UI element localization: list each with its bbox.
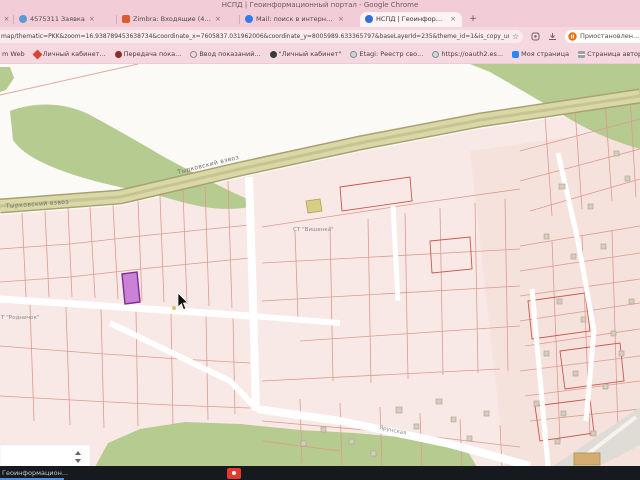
grid-icon — [578, 50, 586, 58]
tab-partial-close[interactable]: × — [0, 12, 13, 27]
taskbar-record-icon[interactable] — [227, 467, 241, 479]
tab-label: Mail: поиск в интернете — [256, 15, 334, 24]
bookmark-item[interactable]: Личный кабинет... — [32, 49, 106, 60]
bookmark-label: Ввод показаний... — [199, 50, 261, 59]
bookmark-label: https://oauth2.es... — [441, 50, 504, 59]
window-titlebar[interactable]: НСПД | Геоинформационный портал - Google… — [0, 0, 640, 10]
globe-icon — [350, 50, 358, 58]
bookmark-label: Передача пока... — [123, 50, 182, 59]
globe-icon — [432, 50, 440, 58]
vk-icon — [512, 50, 520, 58]
drop-icon — [114, 50, 122, 58]
map-viewport: Тырковский взвоз Тырковский взвоз СТ "Ви… — [0, 63, 640, 467]
tan-dot — [172, 305, 176, 310]
bookmark-label: Моя страница — [521, 50, 570, 59]
bookmark-label: Личный кабинет... — [42, 50, 106, 59]
ring-icon — [190, 50, 198, 58]
bookmark-item[interactable]: Моя страница — [512, 50, 569, 58]
browser-toolbar: map/thematic=PKK&zoom=16.938789453638734… — [0, 26, 640, 46]
snt-label-center: СТ "Вишенка" — [293, 227, 334, 233]
tab-mail[interactable]: Mail: поиск в интернете × — [240, 12, 360, 27]
selected-parcel[interactable] — [121, 271, 141, 305]
bookmark-item[interactable]: "Личный кабинет" — [269, 50, 342, 59]
bookmark-item[interactable]: Страница автор... — [578, 50, 640, 58]
tab-label: Zimbra: Входящие (4815) — [133, 15, 211, 24]
bookmarks-bar: m Web Личный кабинет... Передача пока...… — [0, 45, 640, 64]
snt-label-left: Т "Родничок" — [0, 315, 40, 321]
desktop: НСПД | Геоинформационный портал - Google… — [0, 0, 640, 480]
url-bar[interactable]: map/thematic=PKK&zoom=16.938789453638734… — [0, 29, 523, 43]
globe-favicon — [19, 15, 27, 24]
paused-label: Приостановлен... — [580, 32, 640, 41]
bookmark-item[interactable]: Ввод показаний... — [190, 50, 261, 59]
bookmark-label: m Web — [2, 50, 25, 59]
bookmark-item[interactable]: https://oauth2.es... — [432, 50, 503, 58]
download-icon[interactable] — [548, 32, 557, 41]
red-flower-icon — [32, 49, 43, 60]
tab-label: 4575311 Заявка — [30, 15, 85, 24]
window-title: НСПД | Геоинформационный портал - Google… — [221, 1, 419, 9]
bookmark-label: "Личный кабинет" — [278, 50, 342, 59]
nspd-favicon — [365, 15, 373, 24]
tab-zimbra[interactable]: Zimbra: Входящие (4815) × — [117, 12, 239, 27]
tan-parcel — [305, 198, 323, 214]
taskbar: Геоинформацион... — [0, 466, 640, 480]
map-overlay-panel[interactable] — [0, 444, 91, 467]
new-tab-button[interactable]: + — [466, 12, 480, 26]
map-canvas[interactable]: Тырковский взвоз Тырковский взвоз СТ "Ви… — [0, 63, 640, 467]
tab-nspd-active[interactable]: НСПД | Геоинформацион... × — [360, 11, 462, 27]
tan-building — [573, 452, 601, 466]
tab-zayavka[interactable]: 4575311 Заявка × — [14, 12, 116, 27]
close-icon[interactable]: × — [337, 15, 345, 23]
url-text: map/thematic=PKK&zoom=16.938789453638734… — [1, 32, 509, 40]
bookmark-item[interactable]: Etagi: Реестр сво... — [350, 50, 423, 58]
globe-icon — [269, 50, 277, 58]
bookmark-item[interactable]: m Web — [2, 50, 25, 58]
close-icon[interactable]: × — [214, 15, 222, 23]
zimbra-favicon — [122, 15, 130, 24]
pause-icon — [568, 32, 577, 41]
bookmark-label: Страница автор... — [587, 50, 640, 59]
bookmark-label: Etagi: Реестр сво... — [359, 50, 424, 59]
close-icon[interactable]: × — [449, 15, 457, 23]
tab-bar: × 4575311 Заявка × Zimbra: Входящие (481… — [0, 9, 640, 27]
tab-label: НСПД | Геоинформацион... — [376, 15, 446, 24]
close-icon[interactable]: × — [88, 15, 96, 23]
taskbar-window-entry[interactable]: Геоинформацион... — [0, 469, 68, 477]
profile-paused-button[interactable]: Приостановлен... — [565, 29, 640, 43]
extension-icon[interactable] — [531, 32, 540, 41]
mail-favicon — [245, 15, 253, 24]
close-icon[interactable]: × — [3, 15, 11, 23]
bookmark-star-icon[interactable]: ☆ — [512, 32, 519, 41]
bookmark-item[interactable]: Передача пока... — [114, 50, 182, 59]
